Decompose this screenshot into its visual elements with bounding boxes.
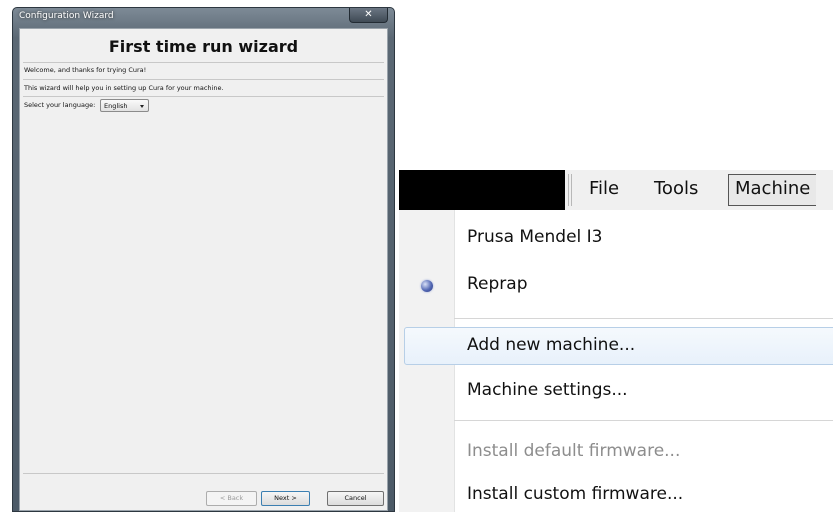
menu-item-machine-settings[interactable]: Machine settings... xyxy=(467,380,628,400)
window-title: Configuration Wizard xyxy=(19,11,114,21)
divider xyxy=(23,79,384,80)
help-text: This wizard will help you in setting up … xyxy=(24,84,224,92)
close-button[interactable]: ✕ xyxy=(349,8,388,23)
chevron-down-icon xyxy=(140,105,144,108)
language-select[interactable]: English xyxy=(100,99,149,112)
wizard-content: First time run wizard Welcome, and thank… xyxy=(19,28,388,511)
window-titlebar[interactable]: Configuration Wizard ✕ xyxy=(13,8,394,27)
machine-menu-panel: File Tools Machine Prusa Mendel I3 Repra… xyxy=(399,170,833,512)
menu-tools[interactable]: Tools xyxy=(654,178,698,199)
menu-separator xyxy=(454,420,833,421)
menubar-dark-area xyxy=(399,170,565,210)
menu-file[interactable]: File xyxy=(589,178,619,199)
menu-item-install-custom-firmware[interactable]: Install custom firmware... xyxy=(467,484,683,504)
cancel-button[interactable]: Cancel xyxy=(327,491,384,506)
next-button[interactable]: Next > xyxy=(261,491,310,506)
close-icon: ✕ xyxy=(364,9,373,20)
language-value: English xyxy=(104,102,128,110)
divider xyxy=(23,96,384,97)
menu-item-prusa-mendel-i3[interactable]: Prusa Mendel I3 xyxy=(467,227,603,247)
divider xyxy=(23,473,384,474)
menu-separator xyxy=(454,318,833,319)
menubar: File Tools Machine xyxy=(399,170,833,210)
menu-machine[interactable]: Machine xyxy=(728,174,817,206)
toolbar-grip xyxy=(568,174,572,206)
back-button[interactable]: < Back xyxy=(206,491,257,506)
page-title: First time run wizard xyxy=(108,37,299,56)
radio-selected-icon xyxy=(421,280,433,292)
divider xyxy=(23,62,384,63)
menu-item-reprap[interactable]: Reprap xyxy=(467,274,528,294)
welcome-text: Welcome, and thanks for trying Cura! xyxy=(24,66,147,74)
menu-item-add-new-machine[interactable]: Add new machine... xyxy=(467,335,635,355)
language-label: Select your language: xyxy=(24,101,96,109)
menu-item-install-default-firmware[interactable]: Install default firmware... xyxy=(467,441,680,461)
configuration-wizard-window: Configuration Wizard ✕ First time run wi… xyxy=(12,7,395,512)
